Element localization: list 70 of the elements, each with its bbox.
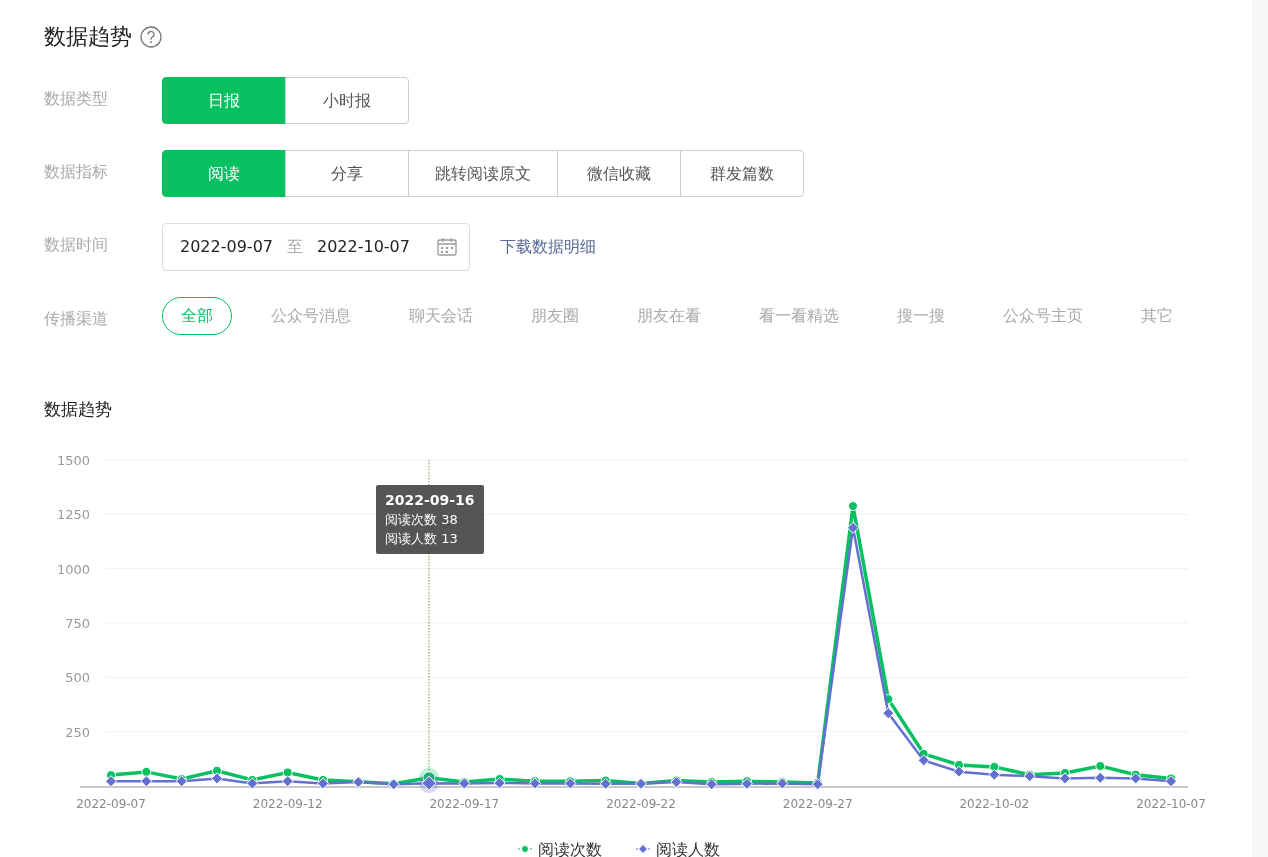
filter-label: 传播渠道	[44, 308, 109, 330]
point	[282, 767, 293, 778]
point	[988, 768, 1001, 781]
filter-label: 数据时间	[44, 234, 109, 256]
legend-label: 阅读次数	[538, 839, 602, 857]
y-tick-label: 1000	[56, 561, 90, 577]
y-tick-label: 750	[65, 615, 90, 631]
point	[1129, 771, 1142, 784]
point	[140, 774, 153, 787]
tooltip-line: 阅读人数 13	[385, 529, 459, 548]
point	[848, 500, 858, 511]
x-tick-label: 2022-09-27	[782, 796, 853, 811]
point	[1165, 774, 1177, 787]
segment-option[interactable]: 群发篇数	[680, 150, 804, 197]
point	[882, 706, 895, 719]
x-tick-label: 2022-10-02	[959, 796, 1030, 811]
legend-label: 阅读人数	[656, 839, 720, 857]
section-title: 数据趋势	[44, 398, 113, 421]
point	[1095, 760, 1106, 771]
tooltip-title: 2022-09-16	[385, 490, 475, 510]
legend-marker-icon	[517, 844, 533, 853]
x-tick-label: 2022-09-17	[429, 796, 500, 811]
x-tick-label: 2022-10-07	[1136, 796, 1206, 811]
point	[105, 774, 117, 787]
segment-option[interactable]: 分享	[285, 150, 409, 197]
start-date: 2022-09-07	[180, 236, 273, 258]
channel-tab[interactable]: 朋友圈	[512, 297, 598, 335]
x-tick-label: 2022-09-12	[252, 796, 323, 811]
point	[953, 765, 965, 778]
point	[599, 777, 612, 790]
segment-option[interactable]: 阅读	[162, 150, 286, 197]
legend-marker-icon	[635, 843, 651, 854]
channel-tab[interactable]: 看一看精选	[740, 297, 858, 335]
date-range-field[interactable]: 2022-09-07 至 2022-10-07	[162, 223, 470, 271]
download-link[interactable]: 下载数据明细	[500, 223, 596, 259]
point	[317, 776, 329, 789]
point	[847, 521, 859, 534]
channel-tab[interactable]: 其它	[1122, 297, 1192, 335]
x-tick-label: 2022-09-22	[606, 796, 676, 811]
y-tick-label: 1500	[56, 452, 90, 468]
filter-label: 数据类型	[44, 88, 109, 110]
page-title: 数据趋势	[44, 23, 132, 51]
y-tick-label: 500	[65, 669, 90, 685]
date-separator: 至	[287, 236, 303, 258]
segment-option[interactable]: 日报	[162, 77, 286, 124]
filter-label: 数据指标	[44, 161, 109, 183]
y-tick-label: 1250	[56, 506, 90, 522]
channel-tab[interactable]: 朋友在看	[618, 297, 720, 335]
channel-tab[interactable]: 公众号主页	[984, 297, 1102, 335]
point	[211, 771, 223, 784]
point	[493, 776, 506, 789]
end-date: 2022-10-07	[317, 236, 410, 258]
segment-option[interactable]: 微信收藏	[557, 150, 681, 197]
point	[246, 776, 259, 789]
point	[141, 766, 152, 777]
point	[1059, 771, 1071, 784]
segment-option[interactable]: 小时报	[285, 77, 409, 124]
point	[1094, 771, 1107, 784]
point	[741, 777, 753, 790]
tooltip-line: 阅读次数 38	[385, 510, 459, 529]
point	[917, 753, 930, 766]
calendar-icon	[437, 238, 457, 256]
segment-option[interactable]: 跳转阅读原文	[408, 150, 558, 197]
help-icon[interactable]	[140, 25, 162, 48]
point	[281, 774, 294, 787]
y-tick-label: 250	[65, 724, 90, 740]
channel-tab[interactable]: 搜一搜	[878, 297, 964, 335]
channel-tab[interactable]: 聊天会话	[390, 297, 492, 335]
channel-tab[interactable]: 公众号消息	[252, 297, 370, 335]
x-tick-label: 2022-09-07	[76, 796, 146, 811]
